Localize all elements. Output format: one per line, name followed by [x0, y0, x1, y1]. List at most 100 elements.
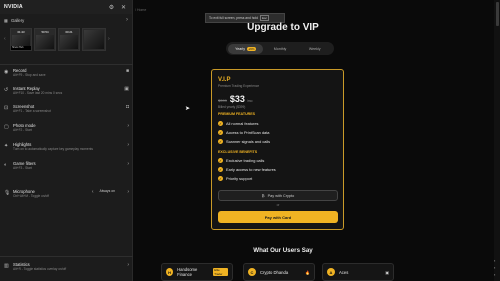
photo-mode-icon: ▢: [4, 124, 9, 130]
page-title: Upgrade to VIP: [247, 22, 319, 33]
avatar: A: [327, 268, 335, 276]
price: $33: [229, 94, 245, 104]
record-row[interactable]: ◉ Record Alt+F9 - Stop and save ■: [0, 68, 133, 77]
pay-with-crypto-button[interactable]: ₿ Pay with Crypto: [218, 190, 338, 201]
game-filters-row[interactable]: ◐ Game filters Alt+F3 - Start ›: [0, 161, 133, 170]
avatar: C: [248, 268, 256, 276]
item-shortcut: Alt+F3 - Start: [13, 166, 32, 170]
plan-subtitle: Premium Trading Experience: [218, 84, 260, 88]
exclusive-benefits-title: EXCLUSIVE BENEFITS: [218, 150, 258, 154]
check-icon: ✓: [218, 139, 223, 144]
gallery-icon: ▦: [4, 17, 8, 23]
microphone-row[interactable]: 🎙 Microphone Ctrl+Alt+M - Toggle on/off ‹…: [0, 189, 133, 198]
vip-plan-card: V.I.P Premium Trading Experience $399 $3…: [211, 69, 344, 230]
highlights-icon: ✦: [4, 143, 9, 149]
chevron-right-icon[interactable]: ›: [121, 123, 129, 129]
item-shortcut: Alt+F9 - Stop and save: [13, 73, 46, 77]
screen: NVIDIA ⚙ ✕ ▦ Gallery › ‹ 01:43 Sheki Hub…: [0, 0, 500, 281]
testimonials-title: What Our Users Say: [253, 247, 313, 254]
divider: [0, 64, 133, 65]
item-shortcut: Alt+R - Toggle statistics overlay on/off: [13, 267, 67, 271]
tab-weekly[interactable]: Weekly: [297, 44, 332, 54]
chevron-right-icon[interactable]: ›: [121, 142, 129, 148]
tab-label: Yearly: [235, 46, 245, 51]
mic-next-icon[interactable]: ›: [121, 189, 129, 195]
breadcrumb[interactable]: / Home: [135, 8, 146, 12]
side-icon[interactable]: ▪: [494, 258, 499, 263]
statistics-icon: ▥: [4, 263, 9, 269]
mouse-cursor-icon: ➤: [185, 106, 191, 112]
thumb-image: [60, 34, 78, 49]
premium-features-title: PREMIUM FEATURES: [218, 112, 256, 116]
item-shortcut: Ctrl+Alt+M - Toggle on/off: [13, 194, 50, 198]
game-filters-icon: ◐: [4, 162, 8, 168]
price-row: $399 $33 /mo: [218, 94, 252, 104]
overlay-title: NVIDIA: [4, 4, 23, 10]
save-icon[interactable]: ▣: [121, 86, 129, 92]
gallery-thumb[interactable]: 00:21: [58, 27, 80, 51]
thumb-duration: 50:54: [41, 29, 49, 34]
feature-item: ✓ All normal features: [218, 121, 258, 126]
side-icon[interactable]: ▪: [494, 265, 499, 270]
reviewer-name: Aces: [339, 269, 349, 275]
overlay-header: NVIDIA ⚙ ✕: [0, 0, 132, 14]
reviewer-name: Crypto Dhanda: [260, 269, 289, 275]
check-icon: ✓: [218, 121, 223, 126]
benefit-item: ✓ Priority support: [218, 176, 252, 181]
record-icon: ◉: [4, 69, 9, 75]
feature-text: All normal features: [226, 121, 259, 126]
button-label: Pay with Crypto: [267, 193, 295, 198]
thumb-duration: 00:21: [65, 29, 73, 34]
chevron-right-icon[interactable]: ›: [121, 161, 129, 167]
pay-with-card-button[interactable]: Pay with Card: [218, 211, 338, 223]
or-divider: or: [276, 203, 280, 207]
thumb-caption: Sheki Hub: [11, 45, 31, 50]
fire-icon: 🔥: [305, 269, 310, 275]
feature-text: Scanner signals and calls: [226, 139, 271, 144]
benefit-text: Early access to new features: [226, 167, 276, 172]
gallery-thumb[interactable]: 50:54: [34, 27, 56, 51]
check-icon: ✓: [218, 176, 223, 181]
gallery-thumb[interactable]: 01:43 Sheki Hub: [10, 27, 32, 51]
scrollbar-thumb[interactable]: [496, 2, 499, 26]
statistics-row[interactable]: ▥ Statistics Alt+R - Toggle statistics ov…: [0, 262, 133, 271]
plan-name: V.I.P: [218, 77, 231, 83]
close-icon[interactable]: ✕: [119, 3, 128, 12]
chevron-right-icon[interactable]: ›: [121, 262, 129, 268]
feature-text: Access to PrintScan data: [226, 130, 270, 135]
thumbs-next-icon[interactable]: ›: [108, 36, 114, 42]
photo-mode-row[interactable]: ▢ Photo mode Alt+F2 - Start ›: [0, 123, 133, 132]
reviewer-badge: Elite Trader: [213, 268, 228, 276]
check-icon: ✓: [218, 167, 223, 172]
mic-prev-icon[interactable]: ‹: [86, 189, 94, 195]
scrollbar[interactable]: [494, 0, 500, 281]
review-card: A Aces ▣: [322, 263, 394, 281]
chevron-right-icon: ›: [126, 17, 128, 23]
tab-yearly[interactable]: Yearly -20%: [228, 43, 263, 54]
benefit-text: Exclusive trading calls: [226, 158, 265, 163]
microphone-icon: 🎙: [4, 190, 11, 196]
camera-icon[interactable]: ◘: [121, 104, 129, 110]
check-icon: ✓: [218, 158, 223, 163]
settings-gear-icon[interactable]: ⚙: [107, 3, 116, 12]
feature-item: ✓ Access to PrintScan data: [218, 130, 269, 135]
side-icon[interactable]: ▪: [494, 272, 499, 277]
review-card: H Handsome Finance Elite Trader: [161, 263, 233, 281]
tab-monthly[interactable]: Monthly: [263, 44, 298, 54]
highlights-row[interactable]: ✦ Highlights Turn on to automatically cap…: [0, 142, 133, 151]
crypto-icon: ₿: [261, 193, 265, 198]
instant-replay-icon: ↺: [4, 87, 9, 93]
check-icon: ✓: [218, 130, 223, 135]
gallery-row[interactable]: ▦ Gallery ›: [0, 14, 132, 26]
billing-note: Billed yearly ($399): [218, 105, 246, 109]
nvidia-overlay-panel: NVIDIA ⚙ ✕ ▦ Gallery › ‹ 01:43 Sheki Hub…: [0, 0, 133, 281]
stop-icon[interactable]: ■: [121, 68, 129, 74]
gallery-thumb[interactable]: [82, 27, 106, 51]
screenshot-row[interactable]: ⊡ Screenshot Alt+F1 - Take a screenshot ◘: [0, 104, 133, 113]
floating-side-icons: ▪ ▪ ▪ ▪: [494, 258, 499, 281]
fullscreen-notice-text: To exit full screen, press and hold: [209, 16, 258, 20]
webpage: / Home To exit full screen, press and ho…: [133, 0, 500, 281]
price-period: /mo: [246, 99, 253, 103]
instant-replay-row[interactable]: ↺ Instant Replay Alt+F10 - Save last 20 m…: [0, 86, 133, 95]
gallery-label: Gallery: [10, 17, 25, 23]
